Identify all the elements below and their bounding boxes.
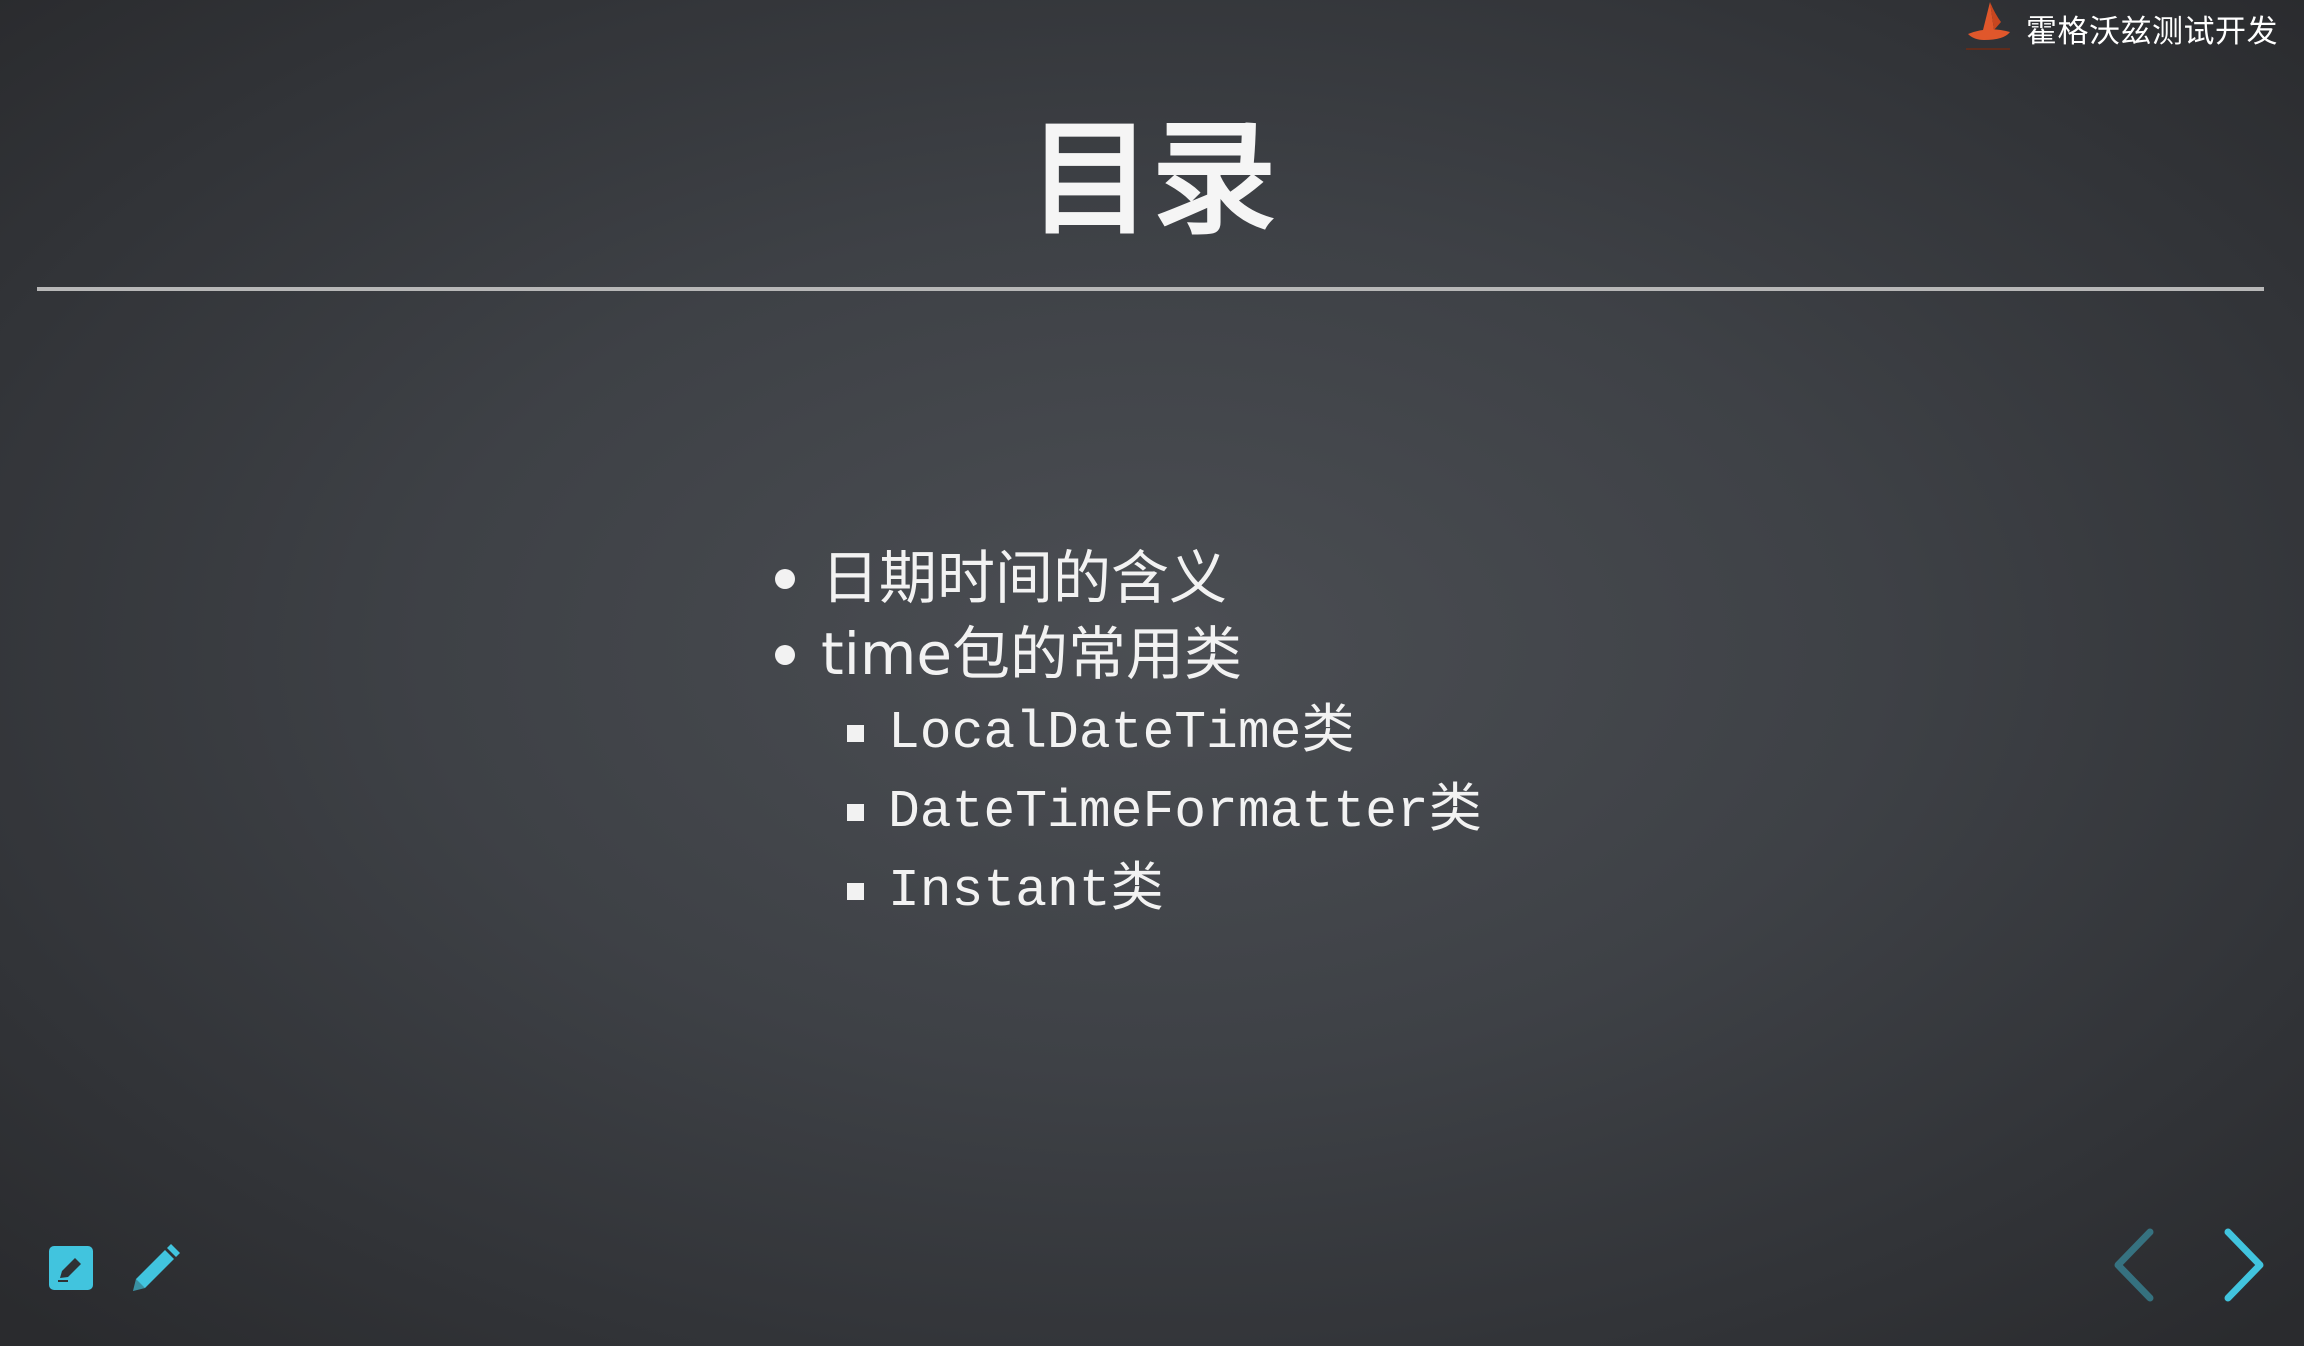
chevron-left-icon[interactable] — [2110, 1228, 2156, 1302]
slide-title: 目录 — [1027, 108, 1276, 252]
toc-subitem-label: LocalDateTime类 — [888, 703, 1355, 763]
pencil-icon[interactable] — [127, 1243, 181, 1297]
toc-subitem-label: DateTimeFormatter类 — [888, 782, 1482, 842]
bullet-icon — [775, 569, 795, 589]
toc-subitem: LocalDateTime类 — [843, 694, 1482, 773]
toc-item-label: time包的常用类 — [821, 620, 1243, 688]
toc-item: time包的常用类 — [770, 616, 1242, 692]
brand: 霍格沃兹测试开发 — [1954, 0, 2278, 56]
square-bullet-icon — [847, 725, 864, 742]
square-bullet-icon — [847, 883, 864, 900]
chevron-right-icon[interactable] — [2222, 1228, 2268, 1302]
toc-subitem-label: Instant类 — [888, 861, 1164, 921]
wizard-hat-icon — [1966, 2, 2010, 50]
edit-box-icon[interactable] — [48, 1245, 94, 1291]
square-bullet-icon — [847, 804, 864, 821]
toc-item: 日期时间的含义 — [770, 540, 1242, 616]
toc-subitem: DateTimeFormatter类 — [843, 773, 1482, 852]
title-divider — [37, 287, 2264, 291]
brand-name: 霍格沃兹测试开发 — [2026, 13, 2278, 50]
bullet-icon — [775, 645, 795, 665]
toc-list: 日期时间的含义 time包的常用类 — [770, 540, 1242, 692]
toc-subitem: Instant类 — [843, 852, 1482, 931]
toc-item-label: 日期时间的含义 — [821, 544, 1228, 612]
toc-sublist: LocalDateTime类 DateTimeFormatter类 Instan… — [770, 694, 1482, 931]
